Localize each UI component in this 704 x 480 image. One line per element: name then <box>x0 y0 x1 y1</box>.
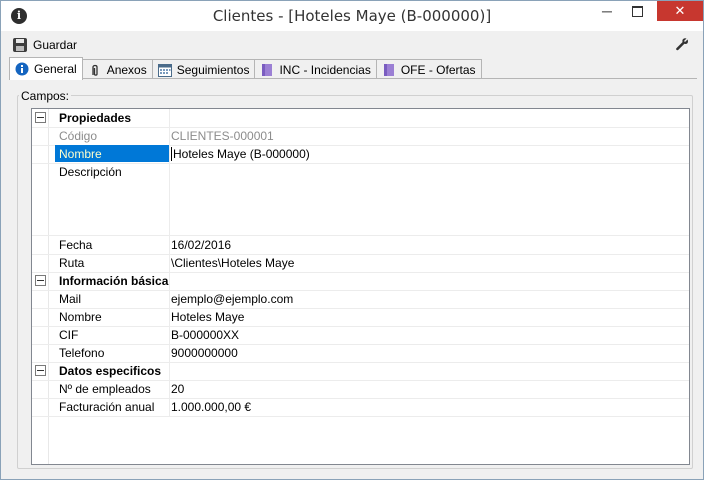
property-label: Mail <box>59 292 82 306</box>
property-row-nombre[interactable]: Nombre Hoteles Maye (B-000000) <box>32 145 689 164</box>
collapse-icon[interactable] <box>35 112 46 123</box>
property-label: Ruta <box>59 256 85 270</box>
toolbar: Guardar <box>1 32 703 56</box>
maximize-button[interactable] <box>623 1 651 21</box>
tab-label: Seguimientos <box>176 63 250 77</box>
property-label: Código <box>59 129 98 143</box>
binder-icon <box>260 63 274 77</box>
tab-label: OFE - Ofertas <box>400 63 476 77</box>
main-window: i Clientes - [Hoteles Maye (B-000000)] ─… <box>0 0 704 480</box>
property-label: Nombre <box>59 147 102 161</box>
floppy-disk-icon <box>13 38 27 52</box>
property-row-mail[interactable]: Mail ejemplo@ejemplo.com <box>32 290 689 309</box>
property-row-telefono[interactable]: Telefono 9000000000 <box>32 344 689 363</box>
property-label: Fecha <box>59 238 93 252</box>
property-row-empleados[interactable]: Nº de empleados 20 <box>32 380 689 399</box>
tab-incidencias[interactable]: INC - Incidencias <box>254 59 377 80</box>
property-value[interactable]: Hoteles Maye <box>171 309 244 325</box>
tab-strip: General Anexos Seguimientos INC - Incide… <box>9 57 482 80</box>
property-label: Nombre <box>59 310 102 324</box>
tab-anexos[interactable]: Anexos <box>81 59 153 80</box>
property-label: Telefono <box>59 346 105 360</box>
property-grid[interactable]: Propiedades Código CLIENTES-000001 Nombr… <box>31 108 690 465</box>
property-value: CLIENTES-000001 <box>171 129 274 143</box>
category-row-propiedades[interactable]: Propiedades <box>32 109 689 128</box>
tab-label: General <box>34 62 77 76</box>
property-row-codigo[interactable]: Código CLIENTES-000001 <box>32 127 689 146</box>
info-icon <box>15 62 29 76</box>
paperclip-icon <box>88 63 102 77</box>
column-divider[interactable] <box>169 109 170 416</box>
property-value[interactable]: 20 <box>171 381 184 397</box>
property-value[interactable]: B-000000XX <box>171 327 239 343</box>
close-button[interactable]: ✕ <box>657 1 703 21</box>
text-caret <box>171 147 172 161</box>
property-row-nombre-basico[interactable]: Nombre Hoteles Maye <box>32 308 689 327</box>
wrench-icon[interactable] <box>675 37 689 51</box>
binder-icon <box>382 63 396 77</box>
collapse-icon[interactable] <box>35 365 46 376</box>
minimize-button[interactable]: ─ <box>593 1 621 21</box>
category-label: Datos especificos <box>59 364 162 378</box>
title-bar[interactable]: i Clientes - [Hoteles Maye (B-000000)] ─… <box>1 1 703 31</box>
tab-seguimientos[interactable]: Seguimientos <box>151 59 256 80</box>
tab-label: INC - Incidencias <box>279 63 371 77</box>
property-row-ruta[interactable]: Ruta \Clientes\Hoteles Maye <box>32 254 689 273</box>
category-row-datos-especificos[interactable]: Datos especificos <box>32 362 689 381</box>
property-value[interactable]: 9000000000 <box>171 345 238 361</box>
property-label: Descripción <box>59 165 122 179</box>
property-value[interactable]: 16/02/2016 <box>171 237 231 253</box>
tab-ofertas[interactable]: OFE - Ofertas <box>375 59 482 80</box>
property-row-facturacion[interactable]: Facturación anual 1.000.000,00 € <box>32 398 689 417</box>
tab-panel-general: Campos: Propiedades Código CLIENTES-0000… <box>9 79 695 471</box>
property-label: CIF <box>59 328 79 342</box>
fields-group-label: Campos: <box>19 89 72 103</box>
collapse-icon[interactable] <box>35 275 46 286</box>
maximize-icon <box>631 6 643 18</box>
save-button[interactable]: Guardar <box>13 36 77 54</box>
property-row-cif[interactable]: CIF B-000000XX <box>32 326 689 345</box>
property-value-input[interactable]: Hoteles Maye (B-000000) <box>173 146 310 162</box>
property-label: Facturación anual <box>59 400 155 414</box>
category-label: Propiedades <box>59 111 132 125</box>
property-value[interactable]: \Clientes\Hoteles Maye <box>171 255 294 271</box>
category-row-informacion-basica[interactable]: Información básica <box>32 272 689 291</box>
save-button-label: Guardar <box>33 38 78 52</box>
tab-label: Anexos <box>106 63 147 77</box>
selected-property-label[interactable]: Nombre <box>55 145 169 162</box>
property-value[interactable]: ejemplo@ejemplo.com <box>171 291 293 307</box>
property-row-descripcion[interactable]: Descripción <box>32 163 689 236</box>
property-row-fecha[interactable]: Fecha 16/02/2016 <box>32 236 689 255</box>
tab-general[interactable]: General <box>9 57 83 80</box>
property-value[interactable]: 1.000.000,00 € <box>171 399 251 415</box>
calendar-icon <box>157 63 172 77</box>
property-label: Nº de empleados <box>59 382 151 396</box>
category-label: Información básica <box>59 274 169 288</box>
